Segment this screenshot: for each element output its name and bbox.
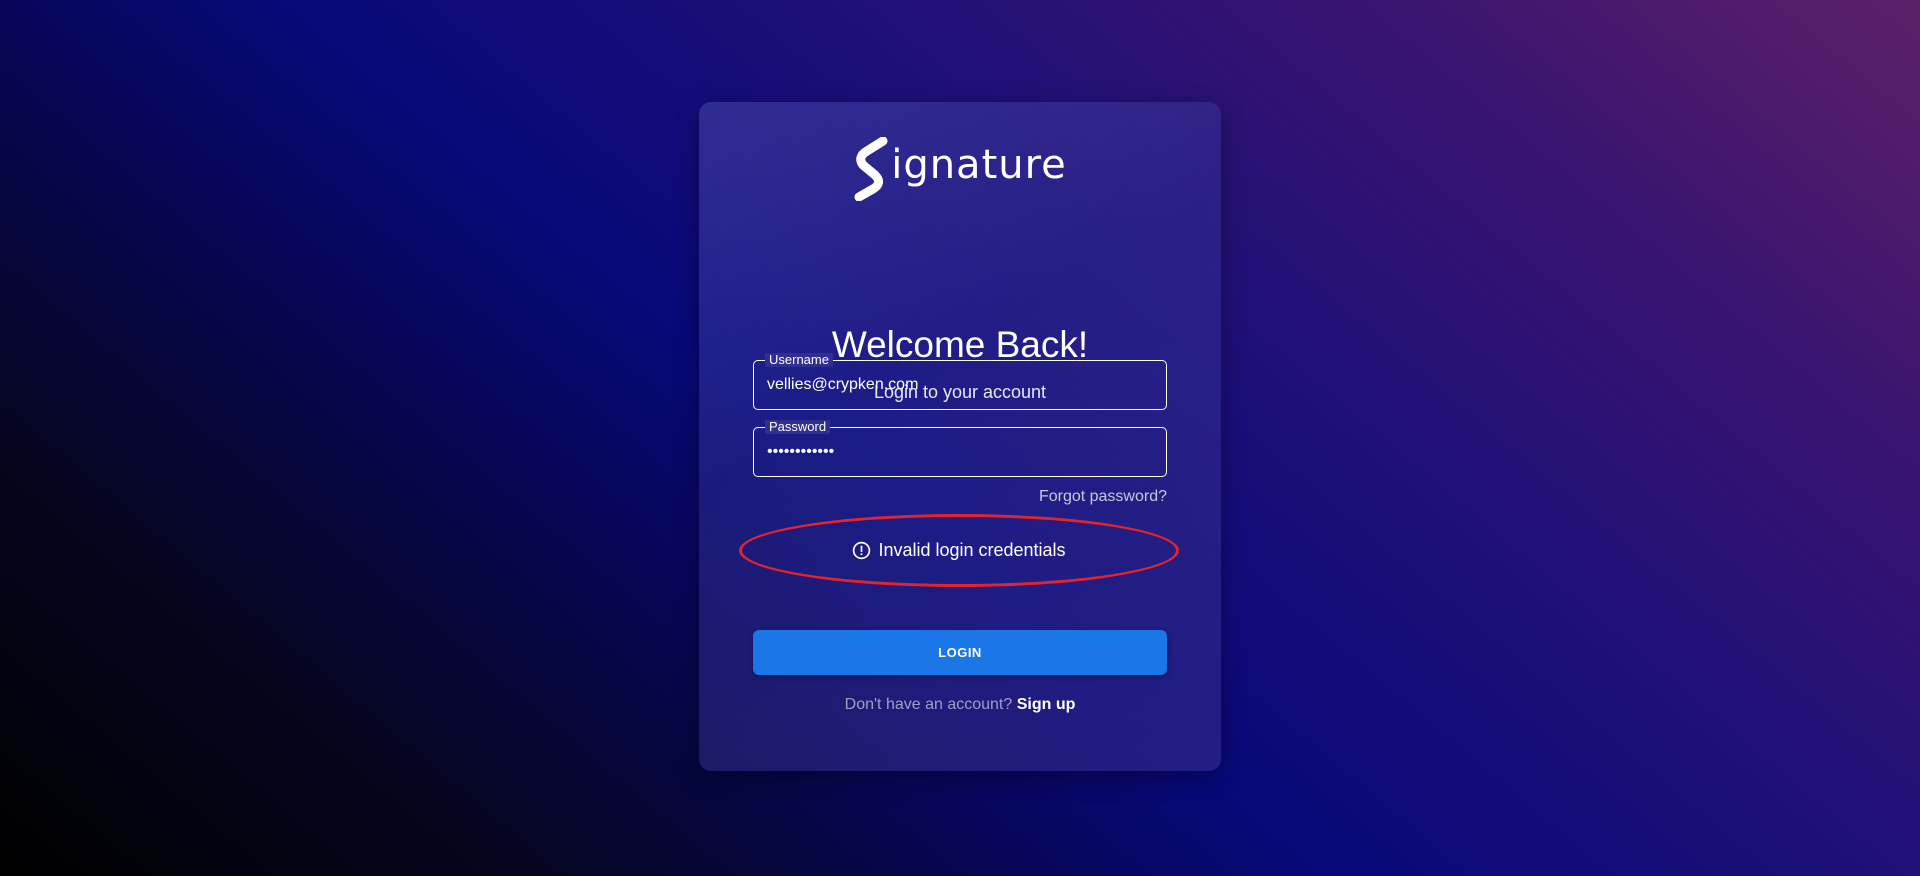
signup-row: Don't have an account? Sign up (699, 696, 1221, 714)
password-field[interactable]: Password (753, 420, 1167, 477)
alert-circle-icon (853, 541, 871, 560)
password-input[interactable] (767, 428, 1155, 476)
signature-logo: ignature (699, 136, 1221, 202)
login-card: ignature Welcome Back! Login to your acc… (699, 102, 1221, 771)
signature-s-icon (854, 137, 888, 201)
login-button[interactable]: LOGIN (753, 630, 1167, 675)
error-alert: Invalid login credentials (739, 514, 1179, 587)
signup-link[interactable]: Sign up (1017, 696, 1076, 713)
username-field[interactable]: Username (753, 353, 1167, 410)
username-input[interactable] (767, 361, 1155, 409)
signup-prompt: Don't have an account? (844, 696, 1017, 713)
forgot-password-link[interactable]: Forgot password? (1039, 488, 1167, 506)
error-message: Invalid login credentials (878, 540, 1066, 560)
logo-text: ignature (891, 142, 1067, 188)
